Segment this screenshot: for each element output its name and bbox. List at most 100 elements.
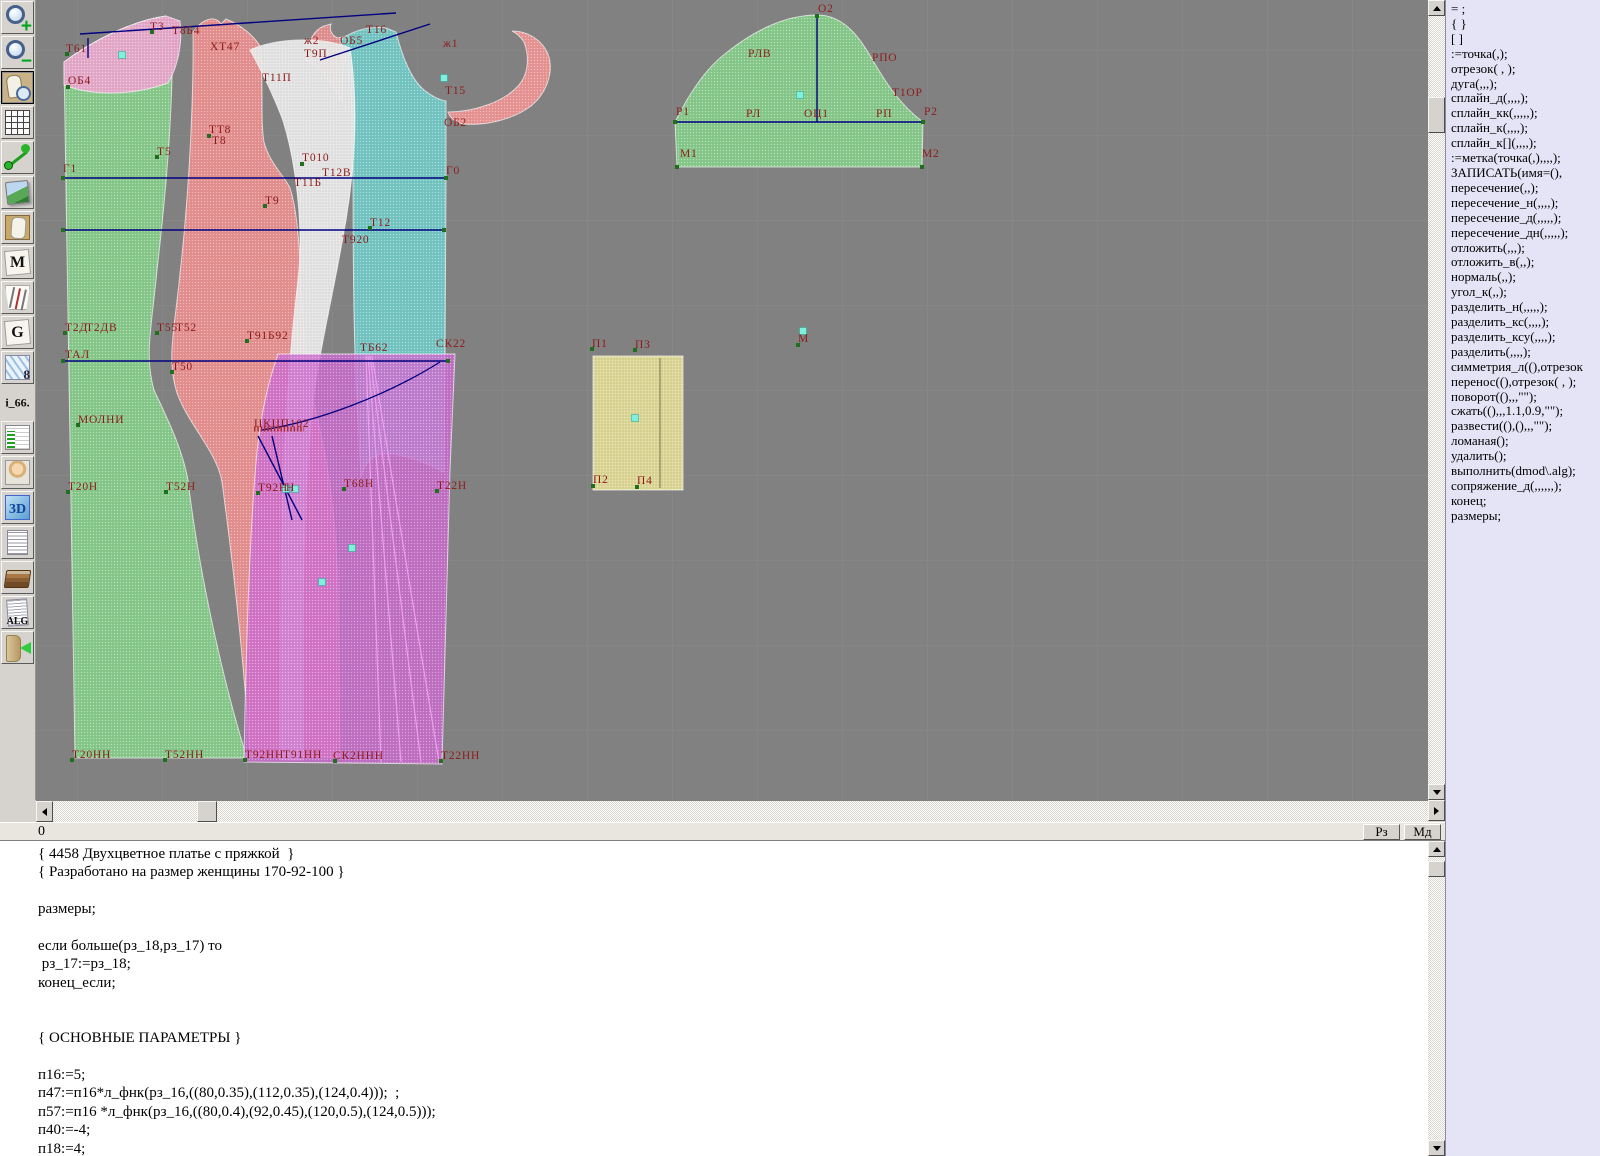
alg-file-tool[interactable]: ALG	[1, 596, 34, 629]
function-item[interactable]: ЗАПИСАТЬ(имя=(),	[1451, 165, 1600, 181]
selected-point-marker[interactable]	[348, 544, 356, 552]
scroll-right-button[interactable]	[1428, 800, 1445, 821]
function-item[interactable]: размеры;	[1451, 508, 1600, 524]
function-item[interactable]: = ;	[1451, 1, 1600, 17]
zoom-out-tool[interactable]	[1, 36, 34, 69]
function-item[interactable]: дуга(,,,);	[1451, 76, 1600, 92]
function-item[interactable]: симметрия_л((),отрезок	[1451, 359, 1600, 375]
editor-scroll-down-button[interactable]	[1428, 1140, 1445, 1156]
pattern-canvas-svg[interactable]: Т61 ОБ4 Т3 Т8Б4 ХТ47 ж2Т9П ОБ5Т16 ж1 Т11П Т15 ОБ2 Т…	[36, 0, 1428, 800]
function-item[interactable]: сплайн_д(,,,,);	[1451, 91, 1600, 106]
m-marker-tool[interactable]: M	[1, 246, 34, 279]
function-item[interactable]: поворот((),,,"");	[1451, 389, 1600, 405]
selected-point-marker[interactable]	[631, 414, 639, 422]
preview-pattern-tool[interactable]	[1, 71, 34, 104]
function-item[interactable]: [ ]	[1451, 31, 1600, 47]
exit-tool[interactable]	[1, 631, 34, 664]
function-item[interactable]: ломаная();	[1451, 433, 1600, 449]
selected-point-marker[interactable]	[118, 51, 126, 59]
function-item[interactable]: сплайн_к[](,,,,);	[1451, 135, 1600, 151]
point-label: Т11Б	[294, 177, 322, 189]
point-label: О2	[818, 3, 834, 15]
function-item[interactable]: разделить_кс(,,,,);	[1451, 314, 1600, 330]
function-item[interactable]: пересечение_н(,,,,);	[1451, 195, 1600, 211]
function-item[interactable]: выполнить(dmod\.alg);	[1451, 463, 1600, 479]
selected-point-marker[interactable]	[796, 91, 804, 99]
function-item[interactable]: перенос((),отрезок( , );	[1451, 374, 1600, 390]
zoom-in-tool[interactable]	[1, 1, 34, 34]
point-label: Б92	[268, 330, 289, 342]
point-label: Т52НН	[165, 749, 204, 761]
point-label: П1	[592, 338, 608, 350]
point-marker[interactable]	[675, 165, 679, 169]
point-label: Т2Д	[65, 322, 88, 334]
editor-scroll-up-button[interactable]	[1428, 841, 1445, 857]
g-tool[interactable]: G	[1, 316, 34, 349]
text-list-tool[interactable]	[1, 526, 34, 559]
function-item[interactable]: разделить_н(,,,,,);	[1451, 299, 1600, 315]
scroll-left-button[interactable]	[36, 801, 53, 822]
md-button[interactable]: Мд	[1404, 823, 1441, 840]
point-label: Т55	[157, 322, 178, 334]
function-item[interactable]: пересечение(,,);	[1451, 180, 1600, 196]
scroll-down-button[interactable]	[1428, 784, 1445, 800]
function-item[interactable]: сопряжение_д(,,,,,,);	[1451, 478, 1600, 494]
point-label: Т52Н	[166, 481, 196, 493]
size-table-tool[interactable]	[1, 421, 34, 454]
function-item[interactable]: конец;	[1451, 493, 1600, 509]
code-editor[interactable]: { 4458 Двухцветное платье с пряжкой } { Р…	[0, 841, 1428, 1156]
measure-segment-tool[interactable]	[1, 141, 34, 174]
selected-point-marker[interactable]	[440, 74, 448, 82]
hscroll-thumb[interactable]	[197, 801, 217, 822]
point-label: М	[798, 333, 809, 345]
drawing-canvas[interactable]: Т61 ОБ4 Т3 Т8Б4 ХТ47 ж2 Т9П ОБ5 Т16 ж1 Т11П Т15 ОБ2 Т…	[36, 0, 1428, 800]
function-item[interactable]: нормаль(,,);	[1451, 269, 1600, 285]
function-item[interactable]: развести((),(),,,"");	[1451, 418, 1600, 434]
point-label: ТАЛ	[65, 349, 90, 361]
function-item[interactable]: отложить(,,,);	[1451, 240, 1600, 256]
model-photo-tool[interactable]	[1, 456, 34, 489]
function-item[interactable]: угол_к(,,);	[1451, 284, 1600, 300]
editor-line: п18:=4;	[38, 1140, 86, 1156]
point-label: Т16	[366, 24, 387, 36]
canvas-hscrollbar[interactable]	[36, 800, 1428, 822]
selected-point-marker[interactable]	[318, 578, 326, 586]
editor-vscrollbar[interactable]	[1428, 841, 1445, 1156]
canvas-vscrollbar[interactable]	[1428, 0, 1445, 800]
point-marker[interactable]	[920, 165, 924, 169]
grid-tool[interactable]	[1, 106, 34, 139]
books-tool[interactable]	[1, 561, 34, 594]
function-item[interactable]: { }	[1451, 16, 1600, 32]
function-item[interactable]: отложить_в(,,);	[1451, 255, 1600, 270]
rz-button[interactable]: Рз	[1363, 823, 1400, 840]
function-item[interactable]: разделить_ксу(,,,,);	[1451, 329, 1600, 345]
point-label: М1	[680, 148, 698, 160]
point-marker[interactable]	[61, 176, 65, 180]
function-item[interactable]: пересечение_дн(,,,,,);	[1451, 225, 1600, 241]
scroll-up-button[interactable]	[1428, 0, 1445, 16]
point-marker[interactable]	[921, 120, 925, 124]
left-arrow-icon	[38, 807, 47, 816]
point-marker[interactable]	[61, 228, 65, 232]
point-marker[interactable]	[673, 120, 677, 124]
point-marker[interactable]	[446, 359, 450, 363]
3d-view-tool[interactable]: 3D	[1, 491, 34, 524]
function-item[interactable]: сжать((),,,1.1,0.9,"");	[1451, 404, 1600, 419]
function-item[interactable]: отрезок( , );	[1451, 61, 1600, 77]
point-marker[interactable]	[442, 228, 446, 232]
function-item[interactable]: разделить(,,,,);	[1451, 344, 1600, 360]
function-item[interactable]: :=метка(точка(,),,,,);	[1451, 150, 1600, 166]
function-item[interactable]: сплайн_к(,,,,);	[1451, 120, 1600, 136]
point-label: ХТ47	[210, 41, 240, 53]
function-item[interactable]: :=точка(,);	[1451, 46, 1600, 62]
function-item[interactable]: пересечение_д(,,,,,);	[1451, 210, 1600, 226]
function-item[interactable]: удалить();	[1451, 448, 1600, 464]
pattern-sheet-tool[interactable]	[1, 211, 34, 244]
grading-ruler-tool[interactable]	[1, 351, 34, 384]
function-item[interactable]: сплайн_кк(,,,,,);	[1451, 105, 1600, 121]
image-view-tool[interactable]	[1, 176, 34, 209]
editor-vscroll-thumb[interactable]	[1428, 861, 1445, 877]
drafting-tool[interactable]	[1, 281, 34, 314]
vscroll-thumb[interactable]	[1428, 97, 1445, 133]
